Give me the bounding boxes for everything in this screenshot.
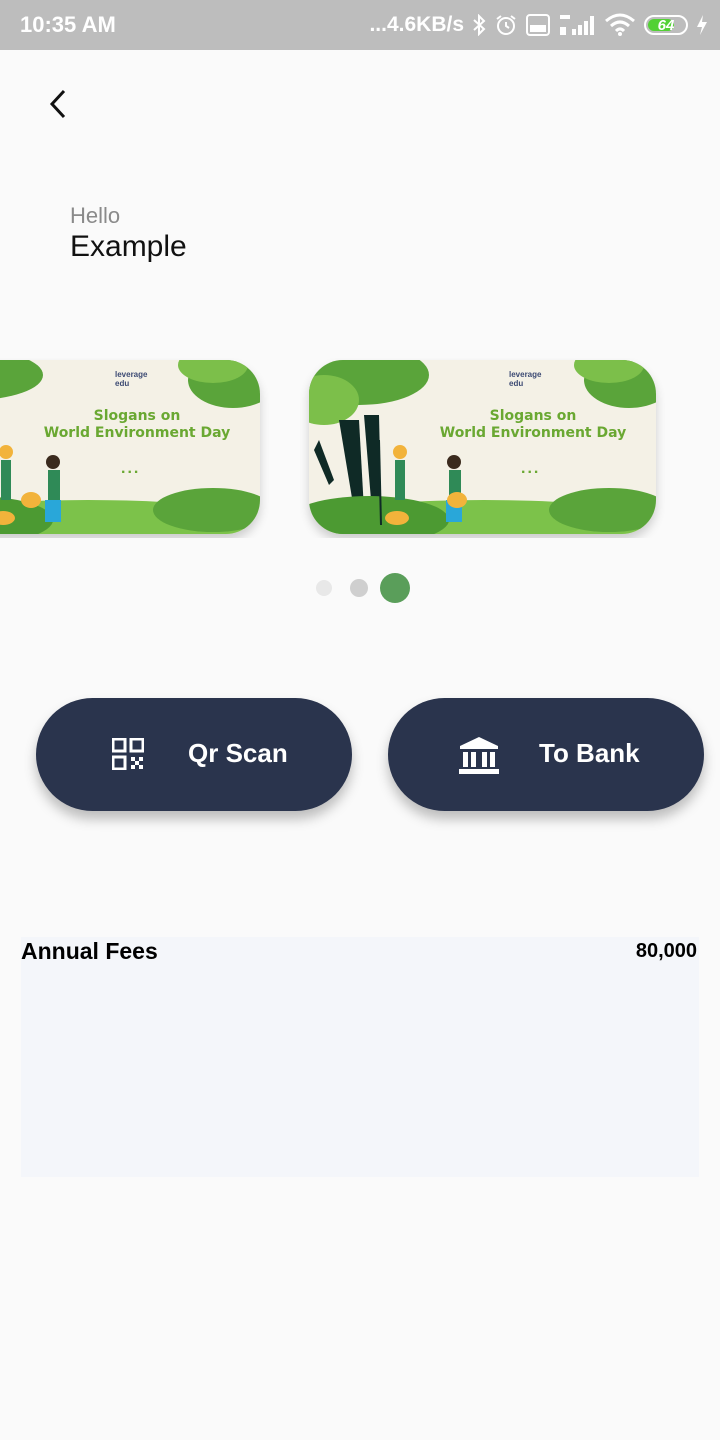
charging-icon — [696, 14, 708, 36]
banner-title-line1: Slogans on — [93, 408, 181, 424]
bank-icon — [458, 735, 500, 780]
status-icons: ...4.6KB/s 64 — [369, 8, 708, 42]
banner-carousel[interactable]: leverage edu Slogans on World Environment… — [0, 358, 720, 538]
network-speed: ...4.6KB/s — [369, 13, 464, 36]
alarm-icon — [494, 13, 518, 37]
banner-title-line1: Slogans on — [489, 408, 577, 424]
banner-slide[interactable]: leverage edu Slogans on World Environment… — [309, 360, 656, 534]
qr-scan-button[interactable]: Qr Scan — [36, 698, 352, 811]
to-bank-label: To Bank — [539, 738, 640, 768]
wifi-icon — [604, 13, 636, 37]
banner-slide[interactable]: leverage edu Slogans on World Environment… — [0, 360, 260, 534]
battery-icon: 64 — [644, 15, 688, 35]
signal-4g-icon — [558, 13, 596, 37]
status-bar: 10:35 AM ...4.6KB/s 64 — [0, 0, 720, 50]
banner-illustration — [309, 360, 656, 534]
volte-icon — [526, 14, 550, 36]
to-bank-button[interactable]: To Bank — [388, 698, 704, 811]
greeting-salutation: Hello — [70, 203, 121, 228]
brand-logo: leverage edu — [115, 370, 148, 388]
banner-ellipsis: ... — [521, 460, 541, 477]
back-button[interactable] — [36, 84, 80, 128]
annual-fees-label: Annual Fees — [21, 938, 158, 964]
qr-scan-label: Qr Scan — [188, 738, 288, 768]
annual-fees-card — [21, 937, 699, 1177]
status-time: 10:35 AM — [20, 12, 116, 37]
annual-fees-value: 80,000 — [635, 940, 697, 962]
user-name: Example — [70, 230, 187, 263]
page-dot-3-active[interactable] — [380, 573, 410, 603]
banner-title-line2: World Environment Day — [43, 425, 231, 441]
brand-logo: leverage edu — [509, 370, 542, 388]
page-dot-1[interactable] — [316, 580, 332, 596]
banner-title: Slogans on World Environment Day — [27, 408, 247, 442]
bluetooth-icon — [472, 14, 486, 36]
banner-ellipsis: ... — [121, 460, 141, 477]
qr-code-icon — [111, 737, 145, 775]
page-dot-2[interactable] — [350, 579, 368, 597]
banner-title: Slogans on World Environment Day — [423, 408, 643, 442]
chevron-left-icon — [46, 88, 70, 125]
banner-title-line2: World Environment Day — [439, 425, 627, 441]
carousel-page-indicator — [316, 573, 410, 603]
battery-level: 64 — [657, 16, 675, 34]
